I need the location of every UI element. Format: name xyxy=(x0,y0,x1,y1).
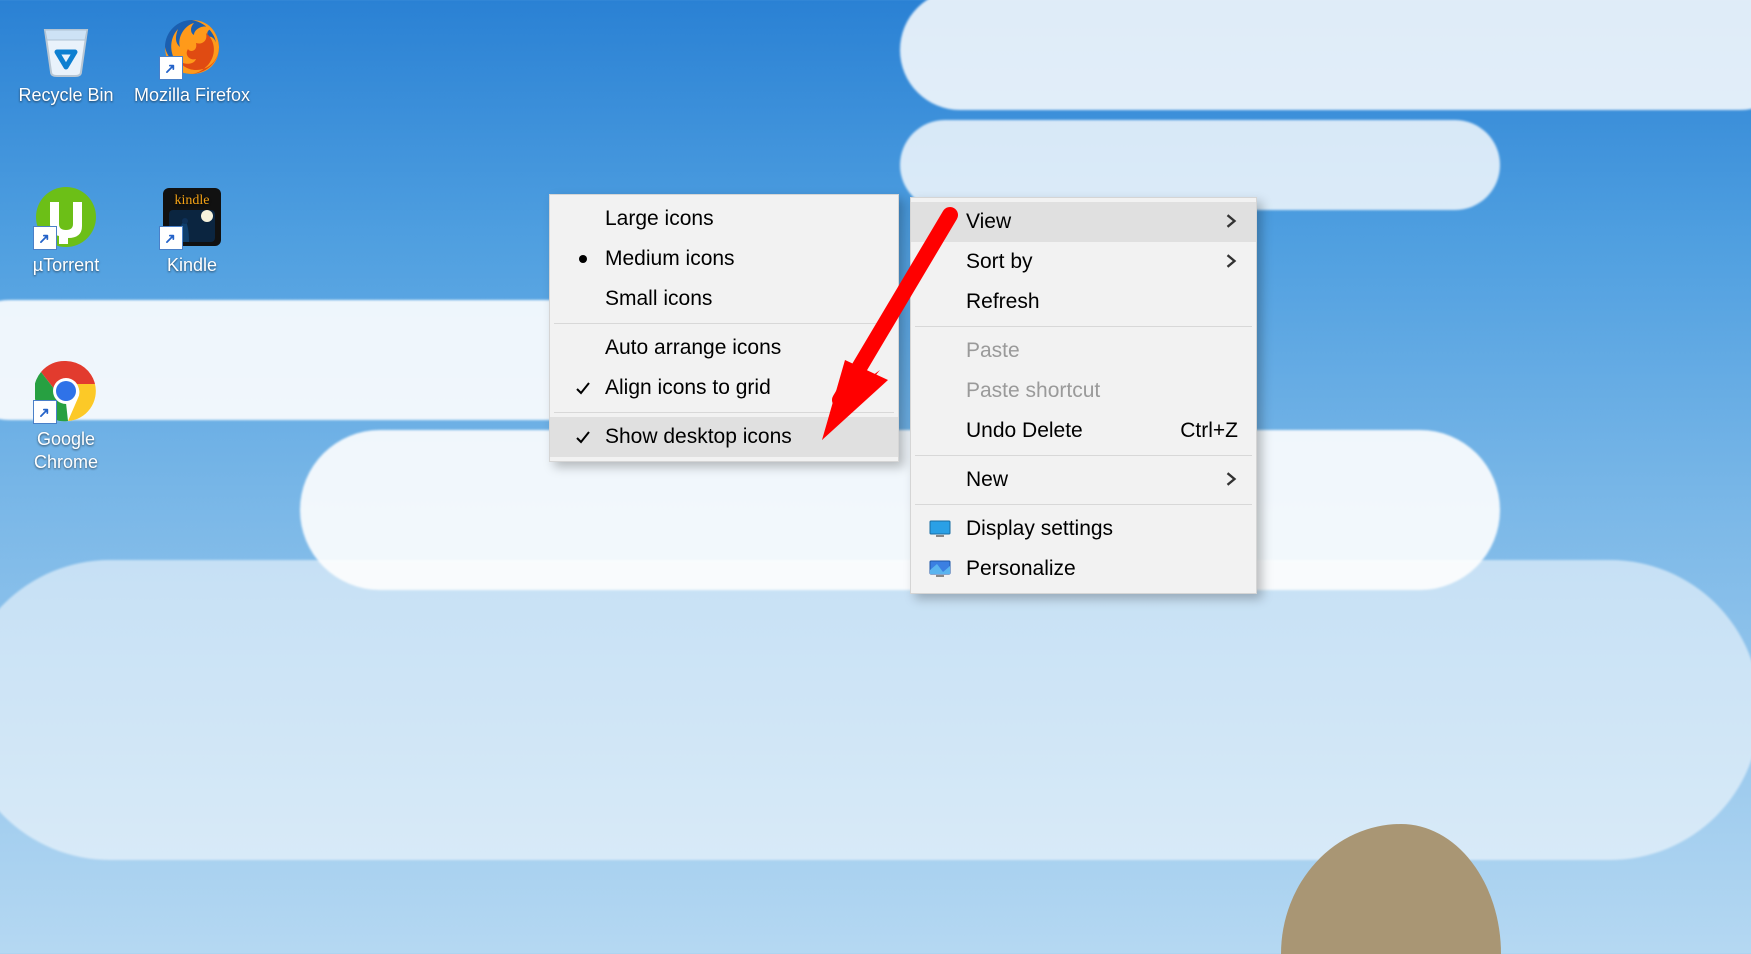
desktop-context-menu: View Sort by Refresh Paste Paste shortcu… xyxy=(910,197,1257,594)
menu-item-label: Sort by xyxy=(966,250,1033,274)
menu-item-label: Align icons to grid xyxy=(605,376,771,400)
desktop-icon-label: Mozilla Firefox xyxy=(134,84,250,107)
menu-item-view[interactable]: View xyxy=(911,202,1256,242)
cloud-decoration xyxy=(900,0,1751,110)
recycle-bin-icon xyxy=(33,14,99,80)
menu-item-label: Show desktop icons xyxy=(605,425,792,449)
submenu-item-large-icons[interactable]: Large icons xyxy=(550,199,898,239)
submenu-item-show-desktop-icons[interactable]: Show desktop icons xyxy=(550,417,898,457)
menu-item-sort-by[interactable]: Sort by xyxy=(911,242,1256,282)
desktop-icon-label: Google Chrome xyxy=(6,428,126,473)
menu-item-refresh[interactable]: Refresh xyxy=(911,282,1256,322)
menu-item-personalize[interactable]: Personalize xyxy=(911,549,1256,589)
menu-separator xyxy=(915,326,1252,327)
desktop-icon-label: Kindle xyxy=(167,254,217,277)
firefox-icon xyxy=(159,14,225,80)
checkmark-icon xyxy=(568,417,598,457)
menu-item-label: Large icons xyxy=(605,207,714,231)
desktop-icon-firefox[interactable]: Mozilla Firefox xyxy=(128,14,256,107)
chrome-icon xyxy=(33,358,99,424)
menu-item-label: View xyxy=(966,210,1011,234)
menu-item-label: New xyxy=(966,468,1008,492)
view-submenu: Large icons Medium icons Small icons Aut… xyxy=(549,194,899,462)
radio-selected-icon xyxy=(568,239,598,279)
cloud-decoration xyxy=(0,560,1751,860)
shortcut-overlay-icon xyxy=(33,400,57,424)
chevron-right-icon xyxy=(1194,250,1238,274)
desktop-icon-chrome[interactable]: Google Chrome xyxy=(6,358,126,473)
submenu-item-small-icons[interactable]: Small icons xyxy=(550,279,898,319)
menu-item-display-settings[interactable]: Display settings xyxy=(911,509,1256,549)
submenu-item-auto-arrange[interactable]: Auto arrange icons xyxy=(550,328,898,368)
shortcut-overlay-icon xyxy=(159,56,183,80)
menu-item-label: Display settings xyxy=(966,517,1113,541)
menu-item-label: Paste shortcut xyxy=(966,379,1100,403)
svg-text:kindle: kindle xyxy=(175,193,210,208)
shortcut-overlay-icon xyxy=(159,226,183,250)
monitor-icon xyxy=(925,509,955,549)
chevron-right-icon xyxy=(1194,210,1238,234)
menu-item-label: Medium icons xyxy=(605,247,735,271)
menu-item-paste-shortcut: Paste shortcut xyxy=(911,371,1256,411)
menu-item-label: Refresh xyxy=(966,290,1040,314)
personalize-icon xyxy=(925,549,955,589)
desktop-icon-utorrent[interactable]: µTorrent xyxy=(6,184,126,277)
desktop-icon-label: Recycle Bin xyxy=(18,84,113,107)
menu-item-paste: Paste xyxy=(911,331,1256,371)
menu-item-undo-delete[interactable]: Undo Delete Ctrl+Z xyxy=(911,411,1256,451)
menu-item-shortcut: Ctrl+Z xyxy=(1150,419,1238,443)
desktop-icon-recycle-bin[interactable]: Recycle Bin xyxy=(6,14,126,107)
menu-item-new[interactable]: New xyxy=(911,460,1256,500)
menu-item-label: Paste xyxy=(966,339,1020,363)
menu-item-label: Small icons xyxy=(605,287,712,311)
shortcut-overlay-icon xyxy=(33,226,57,250)
menu-separator xyxy=(554,412,894,413)
menu-separator xyxy=(554,323,894,324)
menu-item-label: Personalize xyxy=(966,557,1076,581)
desktop-icon-label: µTorrent xyxy=(33,254,99,277)
menu-item-label: Auto arrange icons xyxy=(605,336,781,360)
kindle-icon: kindle xyxy=(159,184,225,250)
chevron-right-icon xyxy=(1194,468,1238,492)
checkmark-icon xyxy=(568,368,598,408)
menu-separator xyxy=(915,504,1252,505)
desktop-icon-kindle[interactable]: kindle Kindle xyxy=(128,184,256,277)
menu-separator xyxy=(915,455,1252,456)
menu-item-label: Undo Delete xyxy=(966,419,1083,443)
submenu-item-align-to-grid[interactable]: Align icons to grid xyxy=(550,368,898,408)
utorrent-icon xyxy=(33,184,99,250)
submenu-item-medium-icons[interactable]: Medium icons xyxy=(550,239,898,279)
